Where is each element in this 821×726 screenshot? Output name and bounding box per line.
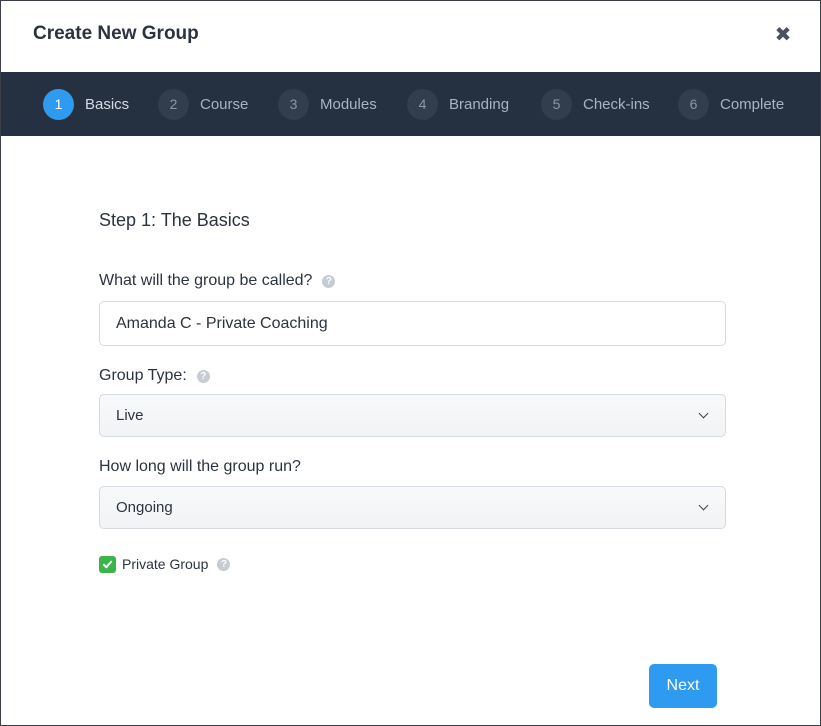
modal-header: Create New Group ✖ — [1, 1, 820, 72]
group-type-value: Live — [116, 407, 144, 424]
create-group-modal: Create New Group ✖ 1 Basics 2 Course 3 M… — [0, 0, 821, 726]
step-number: 3 — [278, 88, 309, 120]
private-group-row: Private Group ? — [99, 554, 231, 574]
stepper: 1 Basics 2 Course 3 Modules 4 Branding 5… — [1, 72, 820, 136]
step-modules[interactable]: 3 Modules — [278, 88, 377, 120]
step-number: 4 — [407, 88, 438, 120]
group-name-input[interactable] — [99, 301, 726, 346]
step-number: 5 — [541, 88, 572, 120]
group-type-label: Group Type: ? — [99, 367, 210, 385]
group-name-label-text: What will the group be called? — [99, 272, 313, 289]
step-course[interactable]: 2 Course — [158, 88, 248, 120]
step-label: Basics — [85, 95, 130, 113]
private-group-checkbox[interactable] — [99, 555, 116, 573]
step-label: Course — [200, 95, 249, 113]
checkmark-icon — [102, 560, 113, 568]
help-icon[interactable]: ? — [196, 369, 210, 383]
step-check-ins[interactable]: 5 Check-ins — [541, 88, 650, 120]
group-name-label: What will the group be called? ? — [99, 272, 336, 290]
chevron-down-icon — [698, 408, 709, 419]
group-type-select[interactable]: Live — [99, 394, 726, 437]
step-label: Branding — [449, 95, 510, 113]
step-label: Complete — [720, 95, 785, 113]
section-title: Step 1: The Basics — [99, 210, 250, 230]
private-group-label[interactable]: Private Group — [122, 556, 208, 572]
close-icon[interactable]: ✖ — [774, 23, 792, 46]
step-branding[interactable]: 4 Branding — [407, 88, 509, 120]
step-label: Modules — [320, 95, 377, 113]
step-label: Check-ins — [583, 95, 650, 113]
duration-value: Ongoing — [116, 499, 173, 516]
duration-label-text: How long will the group run? — [99, 458, 301, 475]
help-icon[interactable]: ? — [322, 274, 336, 288]
chevron-down-icon — [698, 500, 709, 511]
step-complete[interactable]: 6 Complete — [678, 88, 784, 120]
step-number: 2 — [158, 88, 189, 120]
group-type-label-text: Group Type: — [99, 367, 187, 384]
step-basics[interactable]: 1 Basics — [43, 88, 129, 120]
duration-label: How long will the group run? — [99, 458, 301, 476]
step-number: 1 — [43, 88, 74, 120]
duration-select[interactable]: Ongoing — [99, 486, 726, 529]
next-button[interactable]: Next — [649, 664, 717, 708]
modal-title: Create New Group — [33, 23, 199, 44]
step-number: 6 — [678, 88, 709, 120]
help-icon[interactable]: ? — [217, 557, 231, 571]
